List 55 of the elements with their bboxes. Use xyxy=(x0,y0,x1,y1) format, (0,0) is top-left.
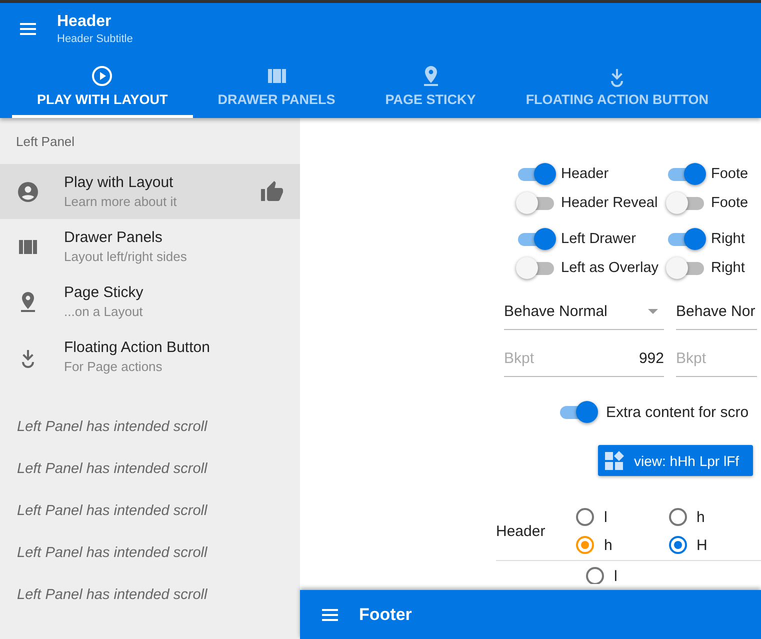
breakpoint-field[interactable]: Bkpt xyxy=(676,340,757,377)
note-text: Left Panel has intended scroll xyxy=(17,503,208,519)
radio-option[interactable]: h xyxy=(668,508,761,526)
header-subtitle: Header Subtitle xyxy=(57,33,133,45)
select-field[interactable]: Behave Normal xyxy=(504,293,664,330)
item-label: Drawer Panels xyxy=(64,229,164,246)
menu-item[interactable]: Play with Layout Learn more about it xyxy=(0,164,300,219)
select-field[interactable]: Behave Nor xyxy=(676,293,757,330)
item-sublabel: For Page actions xyxy=(64,359,164,374)
note-text: Left Panel has intended scroll xyxy=(17,587,208,603)
toggle-label: Foote xyxy=(711,166,748,182)
note-text: Left Panel has intended scroll xyxy=(17,419,208,435)
toggle-switch[interactable] xyxy=(666,163,706,185)
thumbs-up-icon xyxy=(260,180,284,204)
account-icon xyxy=(16,180,40,204)
field-label: Bkpt xyxy=(504,350,534,367)
radio-option[interactable]: l xyxy=(586,567,690,584)
toggle-label: Foote xyxy=(711,195,748,211)
row-label: Header xyxy=(496,522,546,540)
item-sublabel: ...on a Layout xyxy=(64,304,144,319)
item-label: Floating Action Button xyxy=(64,339,211,356)
toggle-label: Header Reveal xyxy=(561,195,658,211)
panel-title: Left Panel xyxy=(15,133,76,151)
note-text: Left Panel has intended scroll xyxy=(17,545,208,561)
menu-item[interactable]: Floating Action Button For Page actions xyxy=(0,329,300,384)
radio-option[interactable]: H xyxy=(668,536,761,554)
toggle-switch[interactable] xyxy=(666,257,706,279)
radio-option[interactable]: h xyxy=(576,536,669,554)
toggle-switch[interactable] xyxy=(666,192,706,214)
item-sublabel: Learn more about it xyxy=(64,194,178,209)
item-label: Play with Layout xyxy=(64,174,174,191)
toggle-label: Right xyxy=(711,260,745,276)
toggle-label: Extra content for scro xyxy=(606,404,749,420)
toggle-switch[interactable] xyxy=(516,163,556,185)
radio-option[interactable]: l xyxy=(576,508,669,526)
toggle-label: Left as Overlay xyxy=(561,260,659,276)
view-button[interactable]: view: hHh Lpr lFf xyxy=(598,445,753,476)
toggle-switch[interactable] xyxy=(666,228,706,250)
header-title: Header xyxy=(57,13,112,31)
toggle-switch[interactable] xyxy=(516,257,556,279)
item-label: Page Sticky xyxy=(64,284,144,301)
item-sublabel: Layout left/right sides xyxy=(64,249,188,264)
menu-item[interactable]: Drawer Panels Layout left/right sides xyxy=(0,219,300,274)
footer-title: Footer xyxy=(359,604,412,624)
toggle-switch[interactable] xyxy=(558,401,598,423)
toggle-switch[interactable] xyxy=(516,192,556,214)
toggle-label: Left Drawer xyxy=(561,231,636,247)
widgets-icon xyxy=(604,450,624,470)
toggle-label: Right xyxy=(711,231,745,247)
menu-item[interactable]: Page Sticky ...on a Layout xyxy=(0,274,300,329)
note-text: Left Panel has intended scroll xyxy=(17,461,208,477)
dropdown-caret-icon xyxy=(648,308,658,314)
play-icon xyxy=(90,64,114,88)
toggle-label: Header xyxy=(561,166,609,182)
toggle-switch[interactable] xyxy=(516,228,556,250)
